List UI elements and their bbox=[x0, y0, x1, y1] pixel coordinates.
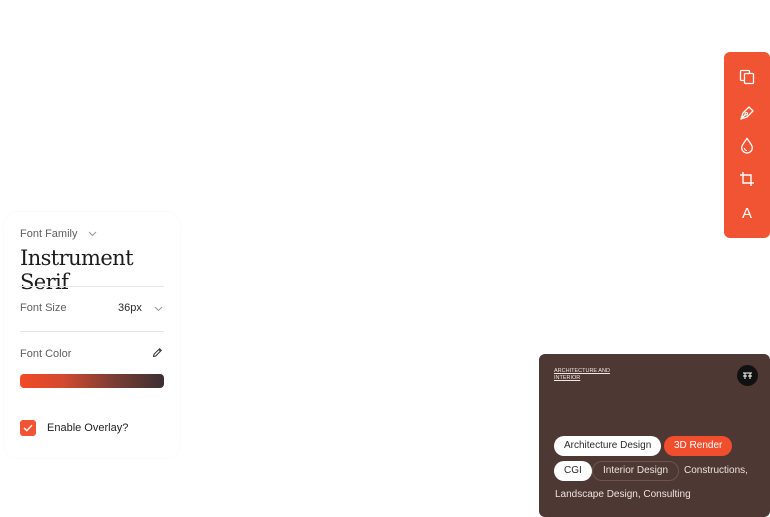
tag-chip[interactable]: CGI bbox=[554, 461, 592, 481]
logo-badge-icon bbox=[737, 365, 758, 386]
drop-icon[interactable] bbox=[737, 135, 757, 155]
chevron-down-icon[interactable] bbox=[88, 230, 97, 237]
tag-chip[interactable]: Architecture Design bbox=[554, 436, 662, 456]
font-family-label: Font Family bbox=[20, 228, 78, 240]
card-eyebrow-link[interactable]: ARCHITECTURE AND INTERIOR bbox=[554, 368, 624, 382]
tag-chip[interactable]: Interior Design bbox=[592, 461, 680, 481]
font-size-label: Font Size bbox=[20, 302, 67, 314]
tag-text: Constructions, bbox=[684, 465, 748, 476]
enable-overlay-label: Enable Overlay? bbox=[47, 422, 129, 434]
pen-tool-icon[interactable] bbox=[737, 102, 757, 122]
checkmark-icon bbox=[23, 424, 33, 432]
preview-card: ARCHITECTURE AND INTERIOR Architecture D… bbox=[539, 354, 770, 517]
pencil-icon[interactable] bbox=[152, 347, 163, 358]
font-color-gradient-swatch[interactable] bbox=[20, 374, 164, 388]
font-size-value[interactable]: 36px bbox=[118, 302, 142, 314]
enable-overlay-checkbox[interactable] bbox=[20, 420, 36, 436]
copy-icon[interactable] bbox=[737, 67, 757, 87]
font-color-label: Font Color bbox=[20, 348, 72, 360]
crop-icon[interactable] bbox=[737, 169, 757, 189]
tag-text: Landscape Design, Consulting bbox=[555, 489, 691, 500]
divider bbox=[20, 286, 164, 287]
tag-chip[interactable]: 3D Render bbox=[664, 436, 733, 456]
text-settings-panel: Font Family Instrument Serif Font Size 3… bbox=[4, 212, 180, 458]
text-icon[interactable]: A bbox=[737, 203, 757, 223]
tool-bar: A bbox=[724, 52, 770, 238]
chevron-down-icon[interactable] bbox=[154, 305, 163, 312]
divider bbox=[20, 331, 164, 332]
